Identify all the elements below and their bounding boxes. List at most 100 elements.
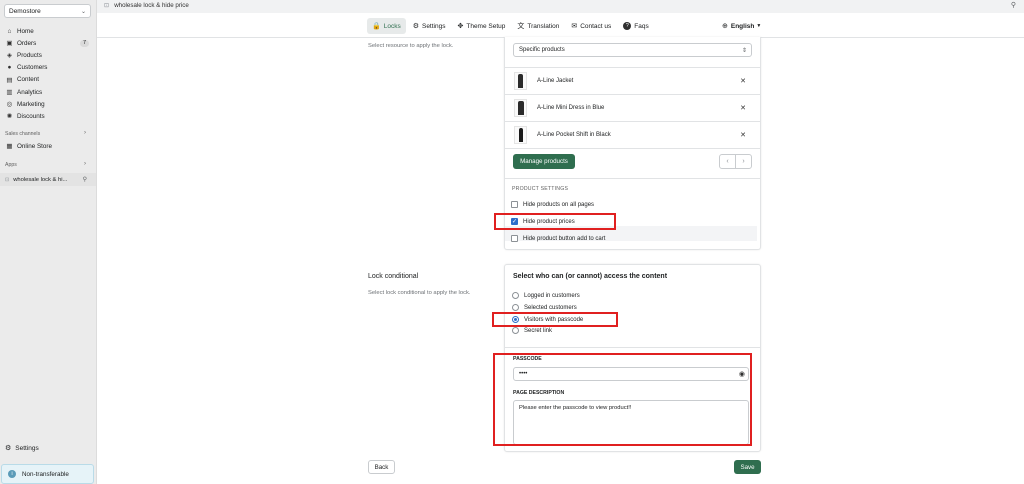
store-selector[interactable]: Demostore ⌄ (4, 4, 91, 18)
orders-count-badge: 7 (79, 39, 89, 47)
chevron-left-icon[interactable]: ‹ (720, 155, 735, 168)
non-transferable-banner[interactable]: i Non-transferable (1, 464, 94, 484)
tab-label: Faqs (634, 22, 649, 30)
checkbox[interactable] (511, 201, 518, 208)
divider (505, 347, 760, 348)
radio-secret-link[interactable]: Secret link (512, 327, 552, 334)
highlight-annotation (492, 312, 618, 327)
access-heading: Select who can (or cannot) access the co… (513, 273, 668, 280)
app-icon: ⊡ (5, 176, 10, 183)
app-title-bar: ⊡ wholesale lock & hide price ⚲ (97, 0, 1024, 13)
app-icon: ⊡ (104, 2, 110, 9)
nav-label: Marketing (17, 100, 45, 108)
close-icon[interactable]: ✕ (740, 77, 746, 85)
app-label: wholesale lock & hi... (13, 176, 68, 183)
radio[interactable] (512, 292, 519, 299)
tab-settings[interactable]: ⚙ Settings (408, 18, 451, 34)
tab-faqs[interactable]: ? Faqs (618, 18, 653, 34)
tab-contact-us[interactable]: ✉ Contact us (566, 18, 616, 34)
checkbox-hide-products[interactable]: Hide products on all pages (511, 201, 594, 208)
tab-label: Contact us (580, 22, 612, 30)
gear-icon: ⚙ (412, 23, 419, 30)
language-selector[interactable]: ⊕ English ▼ (722, 22, 762, 31)
tab-theme-setup[interactable]: ✥ Theme Setup (452, 18, 510, 34)
nav-label: Online Store (17, 142, 53, 150)
chevron-right-icon[interactable]: › (735, 155, 751, 168)
checkbox-hide-add-to-cart[interactable]: Hide product button add to cart (511, 235, 605, 242)
nav-item-products[interactable]: ◈ Products (0, 49, 97, 61)
nav-item-analytics[interactable]: ▥ Analytics (0, 86, 97, 98)
main-nav: ⌂ Home ▣ Orders 7 ◈ Products ● Customers ▤ Con… (0, 25, 97, 123)
manage-products-button[interactable]: Manage products (513, 154, 575, 169)
tab-locks[interactable]: 🔒 Locks (367, 18, 406, 34)
sales-channels-label: Sales channels (5, 131, 41, 137)
nav-item-online-store[interactable]: ▦ Online Store (0, 140, 96, 152)
checkbox[interactable] (511, 235, 518, 242)
nav-item-settings[interactable]: ⚙ Settings (5, 444, 39, 453)
nav-item-marketing[interactable]: ◎ Marketing (0, 98, 97, 110)
question-icon: ? (623, 22, 632, 30)
discount-icon: ✺ (6, 113, 13, 121)
tab-label: Settings (421, 22, 446, 30)
lock-conditional-title: Lock conditional (368, 273, 419, 280)
nav-item-discounts[interactable]: ✺ Discounts (0, 110, 97, 122)
radio[interactable] (512, 304, 519, 311)
language-label: English (730, 22, 755, 30)
product-name: A-Line Mini Dress in Blue (537, 105, 605, 111)
orders-icon: ▣ (6, 40, 13, 48)
divider (505, 148, 760, 149)
nav-label: Orders (17, 39, 37, 47)
divider (505, 178, 760, 179)
nav-item-orders[interactable]: ▣ Orders 7 (0, 37, 97, 49)
mail-icon: ✉ (571, 23, 578, 30)
pin-icon[interactable]: ⚲ (1011, 1, 1016, 9)
close-icon[interactable]: ✕ (740, 104, 746, 112)
pin-icon[interactable]: ⚲ (83, 176, 87, 183)
nav-label: Content (17, 76, 40, 84)
nav-item-home[interactable]: ⌂ Home (0, 25, 97, 37)
product-row: A-Line Jacket ✕ (505, 67, 760, 94)
checkbox-label: Hide products on all pages (523, 201, 595, 208)
tab-label: Locks (383, 22, 401, 30)
nav-label: Products (17, 51, 42, 59)
nav-item-app-wholesale-lock[interactable]: ⊡ wholesale lock & hi... ⚲ (0, 173, 96, 186)
resource-type-select[interactable]: Specific products ⇕ (513, 43, 752, 57)
settings-label: Settings (15, 444, 39, 452)
chevron-right-icon[interactable]: › (84, 130, 86, 136)
home-icon: ⌂ (7, 27, 12, 35)
product-row: A-Line Mini Dress in Blue ✕ (505, 94, 760, 121)
radio-logged-in[interactable]: Logged in customers (512, 292, 580, 299)
product-thumbnail (514, 99, 527, 117)
nav-item-content[interactable]: ▤ Content (0, 74, 97, 86)
highlight-annotation (493, 353, 752, 446)
lock-icon: 🔒 (372, 23, 381, 30)
store-icon: ▦ (6, 143, 13, 151)
nav-label: Home (17, 27, 34, 35)
product-thumbnail (514, 126, 527, 144)
content-icon: ▤ (6, 76, 13, 84)
tab-translation[interactable]: 文 Translation (512, 18, 564, 34)
non-transferable-label: Non-transferable (22, 470, 69, 478)
lock-conditional-hint: Select lock conditional to apply the loc… (368, 290, 471, 296)
person-icon: ● (7, 64, 12, 72)
globe-icon: ⊕ (722, 23, 728, 30)
gear-icon: ⚙ (5, 445, 12, 452)
highlight-annotation (494, 213, 616, 230)
store-name: Demostore (9, 7, 41, 15)
chevron-right-icon[interactable]: › (84, 161, 86, 167)
radio-selected-customers[interactable]: Selected customers (512, 304, 577, 311)
caret-down-icon: ▼ (756, 23, 762, 29)
back-button[interactable]: Back (368, 460, 395, 474)
tag-icon: ◈ (7, 52, 12, 60)
nav-item-customers[interactable]: ● Customers (0, 62, 97, 74)
product-name: A-Line Pocket Shift in Black (537, 132, 611, 138)
product-name: A-Line Jacket (537, 78, 574, 84)
close-icon[interactable]: ✕ (740, 131, 746, 139)
translate-icon: 文 (517, 23, 525, 30)
app-tabs: 🔒 Locks ⚙ Settings ✥ Theme Setup 文 Translati… (367, 18, 656, 34)
checkbox-label: Hide product button add to cart (523, 235, 606, 242)
apps-label: Apps (5, 162, 17, 168)
save-button[interactable]: Save (734, 460, 761, 474)
radio[interactable] (512, 327, 519, 334)
radio-label: Selected customers (524, 304, 577, 311)
